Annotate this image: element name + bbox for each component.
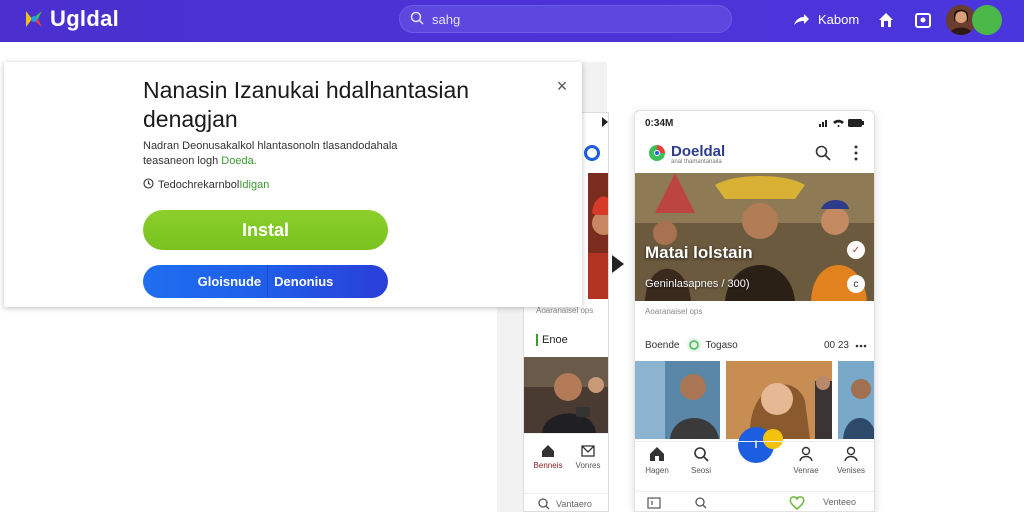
preview-left-bottom-nav: Benneis Vonres (524, 433, 608, 473)
brand-name: Ugldal (50, 6, 120, 31)
note-text: Tedochrekarnbol (158, 179, 240, 191)
account-nav-icon (844, 446, 858, 462)
left-nav-item-messages[interactable]: Vonres (570, 444, 606, 470)
nav-item-account[interactable]: Venises (829, 446, 873, 475)
meta-row: Boende Togaso 00 23 (645, 337, 867, 353)
heart-icon (789, 496, 805, 510)
brand[interactable]: Ugldal (22, 6, 119, 32)
grid-photo-2 (726, 361, 832, 439)
row-label: Venteeo (823, 497, 857, 507)
more-horizontal-icon[interactable] (855, 340, 867, 351)
preview-left-row: Vantaero (524, 493, 608, 511)
install-button[interactable]: Instal (143, 210, 388, 250)
hero-subtitle: Geninlasapnes / 300) (645, 278, 750, 290)
secondary-button-right-label: Denonius (274, 274, 334, 289)
dialog-description: Nadran Deonusakalkol hlantasonoln tlasan… (143, 139, 443, 169)
share-icon[interactable] (791, 10, 811, 30)
top-navigation-bar: Ugldal sahg Kabom (0, 0, 1024, 42)
close-icon[interactable]: × (552, 76, 572, 96)
button-separator (267, 265, 269, 298)
logo-ring-icon (584, 145, 600, 161)
wifi-icon (833, 119, 844, 127)
search-icon (410, 11, 424, 28)
section-label: Enoe (542, 334, 568, 346)
app-search-icon[interactable] (815, 145, 831, 166)
app-name: Doeldal (671, 143, 726, 160)
favorite-badge-icon[interactable]: ✓ (847, 241, 865, 259)
signal-icon (819, 120, 827, 127)
nav-item-home[interactable]: Hagen (635, 446, 679, 475)
brand-logo-icon (22, 7, 46, 31)
nav-link[interactable]: Kabom (818, 12, 859, 27)
status-time: 0:34M (645, 117, 674, 129)
preview-phone-main: 0:34M Doeldal anal thamantanaila Matai l… (634, 110, 875, 512)
grid-photo-3 (838, 361, 874, 439)
description-highlight[interactable]: Doeda. (221, 155, 256, 167)
dialog-note: Tedochrekarnbol Idigan (143, 178, 269, 192)
preview-photo-strip (588, 173, 608, 299)
search-small-icon (538, 497, 550, 509)
secondary-button-left-label: Gloisnude (197, 274, 262, 289)
description-text: Nadran Deonusakalkol hlantasonoln tlasan… (143, 140, 398, 167)
clock-icon (143, 178, 154, 192)
search-nav-icon (694, 447, 709, 462)
search-row-icon (695, 497, 707, 509)
hero-title: Matai lolstain (645, 243, 753, 262)
nav-item-search[interactable]: Seosi (679, 446, 723, 475)
app-header: Doeldal anal thamantanaila (635, 139, 874, 171)
hero-banner[interactable]: Matai lolstain Geninlasapnes / 300) ✓ c (635, 173, 874, 301)
info-badge-icon[interactable]: c (847, 275, 865, 293)
grid-photo-1 (635, 361, 720, 439)
meta-mid: Togaso (705, 339, 738, 351)
image-icon (647, 497, 661, 509)
more-vertical-icon[interactable] (853, 145, 859, 166)
left-nav-item-home[interactable]: Benneis (532, 444, 564, 470)
search-placeholder: sahg (432, 11, 461, 27)
phone-status-bar: 0:34M (635, 111, 874, 135)
home-icon[interactable] (876, 10, 896, 30)
status-icons (819, 119, 864, 127)
meta-left: Boende (645, 339, 680, 351)
app-logo-icon (647, 143, 667, 168)
secondary-button[interactable]: Gloisnude Denonius (143, 265, 388, 298)
home-nav-icon (650, 447, 664, 461)
section-marker (536, 334, 538, 346)
bottom-navigation: Hagen Seosi Venrae Venises (635, 441, 874, 487)
note-highlight[interactable]: Idigan (239, 179, 269, 191)
account-avatar[interactable] (972, 5, 1002, 35)
preview-left-section: Enoe (536, 334, 568, 346)
dialog-title: Nanasin Izanukai hdalhantasian denagjan (143, 77, 470, 132)
notification-icon[interactable] (913, 10, 933, 30)
section-caption: Aoaranaisel ops (645, 307, 703, 316)
user-nav-icon (799, 446, 813, 462)
app-tagline: anal thamantanaila (671, 159, 722, 165)
preview-left-photo (524, 357, 608, 433)
bottom-row: Venteeo (635, 491, 874, 511)
battery-icon (848, 119, 864, 127)
carousel-next-icon[interactable] (612, 255, 624, 273)
search-bar[interactable]: sahg (399, 5, 732, 33)
play-small-icon (602, 117, 608, 127)
nav-item-profile[interactable]: Venrae (784, 446, 828, 475)
meta-logo-icon (687, 338, 702, 352)
preview-left-caption: Aoaranaisel ops (536, 306, 594, 315)
meta-right: 00 23 (823, 339, 849, 351)
